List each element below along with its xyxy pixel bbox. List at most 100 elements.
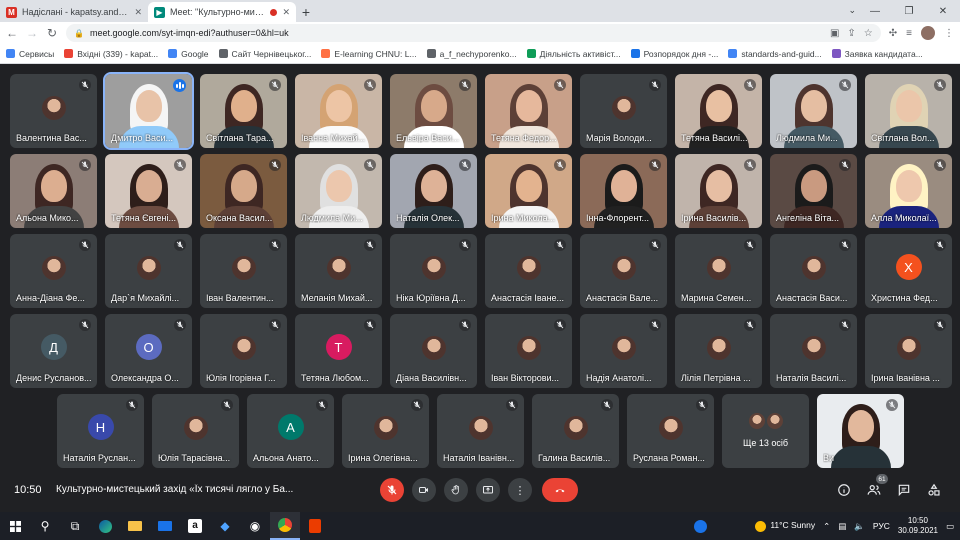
- present-screen-button[interactable]: [476, 478, 500, 502]
- participant-tile[interactable]: Анастасія Іване...: [485, 234, 572, 308]
- participant-tile[interactable]: Інна-Флорент...: [580, 154, 667, 228]
- participant-tile[interactable]: Дар`я Михайлі...: [105, 234, 192, 308]
- bookmark-item[interactable]: Вхідні (339) - kapat...: [64, 49, 158, 59]
- mail-icon[interactable]: [150, 512, 180, 540]
- tab-gmail[interactable]: M Надіслані - kapatsy.andriy@chnu.edu.ua…: [0, 2, 148, 22]
- participant-tile[interactable]: Анастасія Васи...: [770, 234, 857, 308]
- participant-tile[interactable]: Світлана Вол...: [865, 74, 952, 148]
- participant-tile[interactable]: Оксана Васил...: [200, 154, 287, 228]
- volume-icon[interactable]: 🔈: [854, 521, 865, 532]
- participants-button[interactable]: 61: [866, 474, 888, 498]
- reading-list-icon[interactable]: ≡: [906, 28, 912, 39]
- bookmark-item[interactable]: Заявка кандидата...: [831, 49, 923, 59]
- participant-tile[interactable]: Валентина Вас...: [10, 74, 97, 148]
- app-icon[interactable]: ◉: [240, 512, 270, 540]
- participant-tile[interactable]: Юлія Ігорівна Г...: [200, 314, 287, 388]
- network-icon[interactable]: ▤: [838, 521, 846, 532]
- self-view-tile[interactable]: Ви: [817, 394, 904, 468]
- dropbox-icon[interactable]: ◆: [210, 512, 240, 540]
- lock-icon[interactable]: 🔒: [74, 29, 84, 38]
- participant-tile[interactable]: Ірина Іванівна ...: [865, 314, 952, 388]
- participant-tile[interactable]: Алла Миколаї...: [865, 154, 952, 228]
- participant-tile[interactable]: Іван Валентин...: [200, 234, 287, 308]
- more-participants-tile[interactable]: Ще 13 осіб: [722, 394, 809, 468]
- keyboard-language[interactable]: РУС: [873, 521, 890, 531]
- participant-tile[interactable]: Тетяна Федор...: [485, 74, 572, 148]
- camera-in-use-icon[interactable]: ▣: [830, 28, 839, 39]
- participant-tile[interactable]: Надія Анатолі...: [580, 314, 667, 388]
- participant-tile[interactable]: Ніка Юріївна Д...: [390, 234, 477, 308]
- chat-button[interactable]: [896, 482, 912, 498]
- activities-button[interactable]: [926, 482, 942, 498]
- participant-tile[interactable]: Анастасія Вале...: [580, 234, 667, 308]
- bookmark-item[interactable]: Сайт Чернівецьког...: [218, 49, 311, 59]
- participant-tile[interactable]: Меланія Михай...: [295, 234, 382, 308]
- raise-hand-button[interactable]: [444, 478, 468, 502]
- maximize-icon[interactable]: ❐: [892, 6, 926, 17]
- participant-tile[interactable]: Наталія Олек...: [390, 154, 477, 228]
- participant-tile[interactable]: Тетяна Євгені...: [105, 154, 192, 228]
- participant-tile[interactable]: Галина Василів...: [532, 394, 619, 468]
- camera-toggle-button[interactable]: [412, 478, 436, 502]
- participant-tile[interactable]: Юлія Тарасівна...: [152, 394, 239, 468]
- notifications-icon[interactable]: ▭: [946, 521, 954, 532]
- participant-tile[interactable]: Т Тетяна Любом...: [295, 314, 382, 388]
- forward-icon[interactable]: →: [26, 26, 38, 40]
- participant-tile[interactable]: Людмила Ми...: [295, 154, 382, 228]
- participant-tile[interactable]: Анна-Діана Фе...: [10, 234, 97, 308]
- bookmark-item[interactable]: Сервисы: [6, 49, 54, 59]
- chrome-icon[interactable]: [270, 512, 300, 540]
- extensions-icon[interactable]: ✣: [889, 28, 897, 39]
- participant-tile[interactable]: Марія Володи...: [580, 74, 667, 148]
- participant-tile[interactable]: Д Денис Русланов...: [10, 314, 97, 388]
- bookmark-star-icon[interactable]: ☆: [864, 28, 873, 39]
- participant-tile[interactable]: Наталія Василі...: [770, 314, 857, 388]
- bookmark-item[interactable]: E-learning CHNU: L...: [321, 49, 417, 59]
- participant-tile[interactable]: Руслана Роман...: [627, 394, 714, 468]
- leave-call-button[interactable]: [542, 478, 578, 502]
- weather-widget[interactable]: 11°C Sunny: [755, 520, 815, 532]
- close-window-icon[interactable]: ✕: [926, 6, 960, 17]
- participant-tile[interactable]: Тетяна Василі...: [675, 74, 762, 148]
- participant-tile[interactable]: Людмила Ми...: [770, 74, 857, 148]
- mic-toggle-button[interactable]: [380, 478, 404, 502]
- participant-tile[interactable]: Альона Мико...: [10, 154, 97, 228]
- participant-tile[interactable]: Діана Василівн...: [390, 314, 477, 388]
- bookmark-item[interactable]: Діяльність активіст...: [526, 49, 621, 59]
- bookmark-item[interactable]: a_f_nechyporenko...: [426, 49, 517, 59]
- participant-tile[interactable]: Н Наталія Руслан...: [57, 394, 144, 468]
- new-tab-button[interactable]: +: [296, 2, 316, 22]
- meeting-details-button[interactable]: [836, 482, 852, 498]
- participant-tile[interactable]: Ангеліна Віта...: [770, 154, 857, 228]
- chevron-up-icon[interactable]: ⌃: [823, 521, 830, 532]
- participant-tile[interactable]: Іван Вікторови...: [485, 314, 572, 388]
- participant-tile[interactable]: О Олександра О...: [105, 314, 192, 388]
- participant-tile[interactable]: Х Христина Фед...: [865, 234, 952, 308]
- bookmark-item[interactable]: Розпорядок дня -...: [630, 49, 718, 59]
- profile-avatar[interactable]: [921, 26, 935, 40]
- system-clock[interactable]: 10:50 30.09.2021: [898, 516, 938, 536]
- minimize-icon[interactable]: —: [858, 6, 892, 17]
- participant-tile[interactable]: А Альона Анато...: [247, 394, 334, 468]
- edge-icon[interactable]: [90, 512, 120, 540]
- close-icon[interactable]: ✕: [282, 7, 290, 18]
- tab-search-icon[interactable]: ⌄: [848, 5, 856, 16]
- participant-tile[interactable]: Світлана Тара...: [200, 74, 287, 148]
- participant-tile[interactable]: Іванна Михай...: [295, 74, 382, 148]
- office-icon[interactable]: [300, 512, 330, 540]
- file-explorer-icon[interactable]: [120, 512, 150, 540]
- participant-tile[interactable]: Дмитро Васи...: [103, 72, 194, 150]
- participant-tile[interactable]: Ірина Василів...: [675, 154, 762, 228]
- meet-tray-icon[interactable]: [694, 519, 708, 533]
- more-options-button[interactable]: ⋮: [508, 478, 532, 502]
- participant-tile[interactable]: Ірина Микола...: [485, 154, 572, 228]
- tab-meet[interactable]: ▶ Meet: "Культурно-мистецький захід" ✕: [148, 2, 296, 22]
- close-icon[interactable]: ✕: [134, 7, 142, 18]
- participant-tile[interactable]: Наталія Іванівн...: [437, 394, 524, 468]
- address-bar[interactable]: 🔒 meet.google.com/syt-imqn-edi?authuser=…: [66, 24, 881, 42]
- browser-menu-icon[interactable]: ⋮: [944, 28, 954, 39]
- url-text[interactable]: meet.google.com/syt-imqn-edi?authuser=0&…: [90, 28, 824, 38]
- reload-icon[interactable]: ↻: [46, 26, 58, 40]
- participant-tile[interactable]: Марина Семен...: [675, 234, 762, 308]
- task-view-icon[interactable]: ⧉: [60, 512, 90, 540]
